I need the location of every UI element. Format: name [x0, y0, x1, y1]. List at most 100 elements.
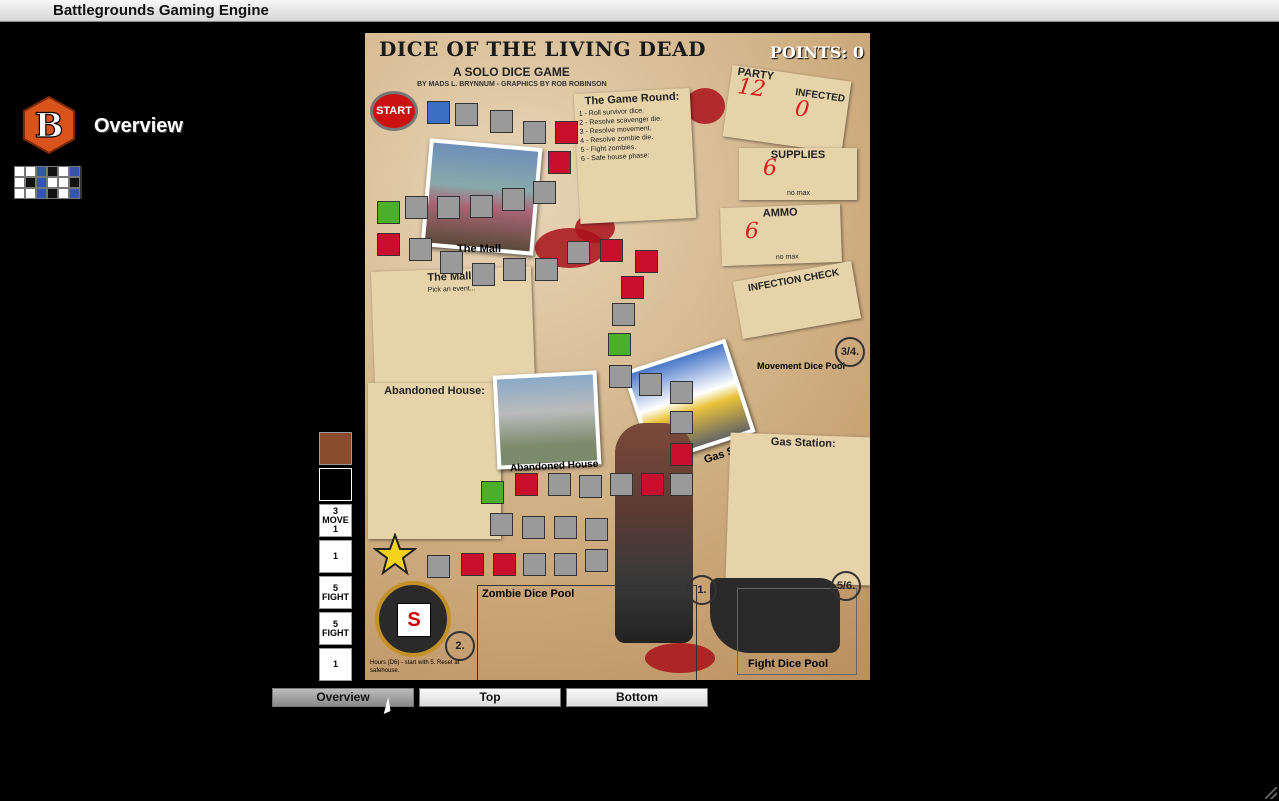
board-space [670, 473, 693, 496]
house-title: Abandoned House: [384, 385, 485, 397]
board-space [472, 263, 495, 286]
step-1-marker: 1. [687, 575, 717, 605]
infection-check-card: INFECTION CHECK [732, 261, 862, 339]
board-space [427, 555, 450, 578]
gas-station-card: Gas Station: [725, 432, 870, 586]
ammo-value: 6 [744, 218, 760, 245]
board-space [670, 411, 693, 434]
supplies-nomax: no max [787, 190, 810, 197]
party-value: 12 [735, 74, 768, 103]
board-space [554, 553, 577, 576]
board-space [555, 121, 578, 144]
page-thumbnails[interactable] [14, 166, 82, 199]
board-space [490, 513, 513, 536]
view-title: Overview [94, 115, 183, 137]
step-3-4-marker: 3/4. [835, 337, 865, 367]
dice-tile[interactable]: 3 MOVE 1 [319, 504, 352, 537]
ammo-nomax: no max [775, 253, 799, 262]
dice-tile[interactable]: 1 [319, 540, 352, 573]
ammo-card: AMMO 6 no max [720, 203, 842, 267]
dice-tile[interactable]: 5 FIGHT [319, 612, 352, 645]
board-space [554, 516, 577, 539]
board-space [440, 251, 463, 274]
board-space [437, 196, 460, 219]
hours-clock[interactable]: S [375, 581, 451, 657]
board-space [610, 473, 633, 496]
app-title[interactable]: Battlegrounds Gaming Engine [53, 2, 269, 20]
board-space [639, 373, 662, 396]
board-space [635, 250, 658, 273]
board-space [533, 181, 556, 204]
board-space [481, 481, 504, 504]
board-space [409, 238, 432, 261]
house-photo [492, 370, 602, 470]
infection-check-label: INFECTION CHECK [747, 267, 840, 295]
board-space [670, 381, 693, 404]
board-space [608, 333, 631, 356]
dice-tile[interactable]: 1 [319, 648, 352, 681]
hours-note: Hours (D6) - start with 5. Reset at safe… [370, 660, 460, 674]
board-space [377, 201, 400, 224]
dice-tile[interactable]: 5 FIGHT [319, 576, 352, 609]
board-space [535, 258, 558, 281]
menu-bar: Battlegrounds Gaming Engine [0, 0, 1279, 22]
supplies-value: 6 [763, 156, 777, 181]
board-space [405, 196, 428, 219]
board-space [502, 188, 525, 211]
board-space [427, 101, 450, 124]
board-space [600, 239, 623, 262]
board-space [523, 553, 546, 576]
clock-die: S [397, 603, 431, 637]
board-space [670, 443, 693, 466]
board-credits: BY MADS L. BRYNNUM - GRAPHICS BY ROB ROB… [417, 81, 607, 88]
logo-icon: B [23, 96, 75, 154]
step-5-6-marker: 5/6. [831, 571, 861, 601]
supplies-card: SUPPLIES 6 no max [739, 148, 857, 200]
board-space [548, 473, 571, 496]
board-space [522, 516, 545, 539]
mall-card: The Mall: Pick an event... [370, 266, 536, 390]
board-space [548, 151, 571, 174]
board-title: DICE OF THE LIVING DEAD [379, 37, 706, 61]
tab-top[interactable]: Top [419, 688, 561, 707]
dice-tile-column: 3 MOVE 1 1 5 FIGHT 5 FIGHT 1 [319, 432, 354, 684]
tab-bottom[interactable]: Bottom [566, 688, 708, 707]
movement-pool-label: Movement Dice Pool [757, 361, 846, 371]
supplies-label: SUPPLIES [770, 149, 826, 161]
board-space [585, 518, 608, 541]
board-space [493, 553, 516, 576]
fight-pool-label: Fight Dice Pool [748, 658, 829, 670]
game-board[interactable]: DICE OF THE LIVING DEAD A SOLO DICE GAME… [365, 33, 870, 680]
dice-tile[interactable] [319, 432, 352, 465]
party-card: PARTY INFECTED 12 0 [722, 64, 852, 154]
board-space [585, 549, 608, 572]
board-space [377, 233, 400, 256]
board-space [470, 195, 493, 218]
resize-grip-icon[interactable] [1265, 787, 1277, 799]
ammo-label: AMMO [762, 206, 798, 220]
board-space [567, 241, 590, 264]
board-space [461, 553, 484, 576]
board-space [490, 110, 513, 133]
fight-dice-pool[interactable]: Fight Dice Pool [737, 588, 857, 675]
gas-title: Gas Station: [770, 435, 836, 451]
zombie-dice-pool[interactable]: Zombie Dice Pool [477, 585, 697, 680]
logo-letter: B [35, 106, 64, 146]
mall-subtitle: Pick an event... [427, 285, 476, 294]
board-space [523, 121, 546, 144]
board-space [503, 258, 526, 281]
board-space [579, 475, 602, 498]
infected-value: 0 [793, 96, 811, 123]
board-space [621, 276, 644, 299]
mall-photo-label: The Mall [457, 243, 502, 255]
dice-tile[interactable] [319, 468, 352, 501]
board-space [455, 103, 478, 126]
star-icon [372, 532, 418, 577]
start-space: START [370, 91, 418, 131]
board-space [609, 365, 632, 388]
board-space [515, 473, 538, 496]
points-counter: POINTS: 0 [769, 43, 864, 62]
step-2-marker: 2. [445, 631, 475, 661]
game-round-card: The Game Round: 1 - Roll survivor dice. … [573, 88, 697, 224]
abandoned-house-card: Abandoned House: [368, 383, 501, 539]
